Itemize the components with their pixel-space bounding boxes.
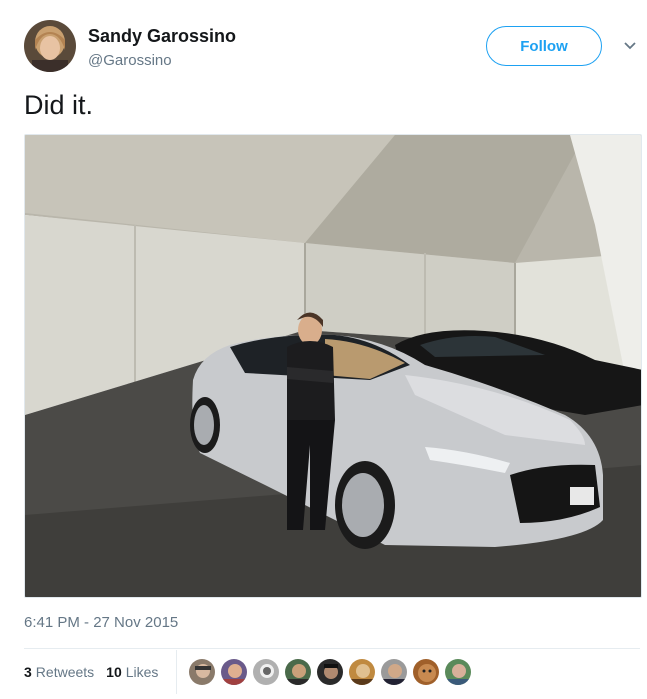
chevron-down-icon[interactable] [622, 38, 638, 54]
liker-avatar[interactable] [348, 658, 376, 686]
retweets-stat[interactable]: 3 Retweets [24, 664, 94, 680]
liker-avatar[interactable] [284, 658, 312, 686]
user-handle[interactable]: @Garossino [88, 52, 172, 69]
likes-label: Likes [125, 664, 159, 680]
liker-avatar[interactable] [316, 658, 344, 686]
retweets-count: 3 [24, 664, 32, 680]
tweet-timestamp[interactable]: 6:41 PM - 27 Nov 2015 [24, 614, 178, 631]
tweet-photo[interactable] [24, 134, 642, 598]
tweet-header: Sandy Garossino @Garossino Follow [24, 20, 636, 76]
tweet-text: Did it. [24, 90, 94, 120]
liker-avatar[interactable] [252, 658, 280, 686]
retweets-label: Retweets [35, 664, 95, 680]
divider [24, 648, 640, 649]
liker-avatar[interactable] [380, 658, 408, 686]
likes-stat[interactable]: 10 Likes [106, 664, 158, 680]
likes-count: 10 [106, 664, 122, 680]
liker-avatar[interactable] [412, 658, 440, 686]
liker-avatar[interactable] [220, 658, 248, 686]
follow-button[interactable]: Follow [486, 26, 602, 66]
user-avatar[interactable] [24, 20, 76, 72]
tweet-stats: 3 Retweets 10 Likes [24, 664, 170, 680]
liker-avatar[interactable] [188, 658, 216, 686]
liker-avatar[interactable] [444, 658, 472, 686]
stats-separator [176, 650, 177, 694]
user-display-name[interactable]: Sandy Garossino [88, 26, 236, 47]
likers-avatars [188, 658, 472, 686]
